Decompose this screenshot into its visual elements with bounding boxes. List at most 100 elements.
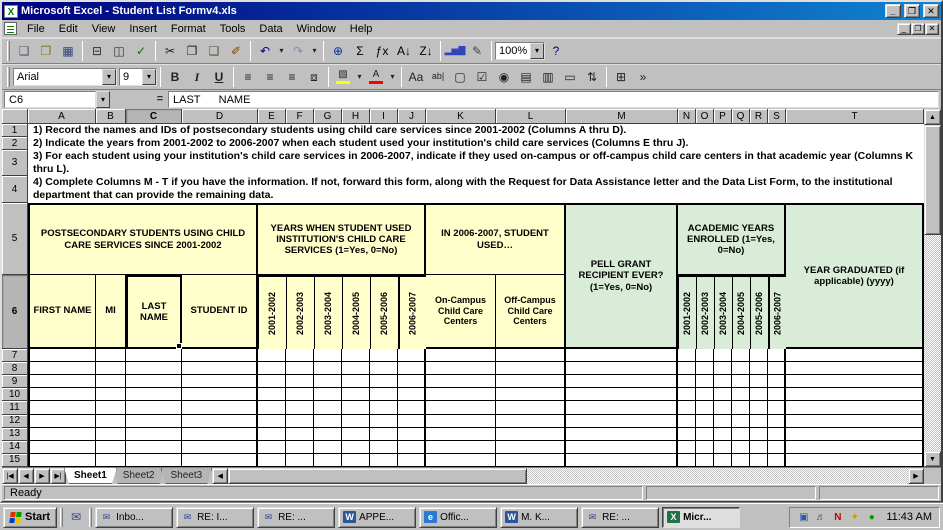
header-enrolled-2004-2005[interactable]: 2004-2005: [732, 275, 750, 349]
cell-F12[interactable]: [286, 415, 314, 428]
fill-color-dropdown-icon[interactable]: ▾: [354, 67, 365, 87]
menu-edit[interactable]: Edit: [52, 22, 85, 36]
cell-N15[interactable]: [678, 454, 696, 467]
column-header-h[interactable]: H: [342, 109, 370, 124]
label-control-icon[interactable]: Aa: [405, 67, 427, 87]
cell-N11[interactable]: [678, 401, 696, 414]
cell-G11[interactable]: [314, 401, 342, 414]
liveupdate-icon[interactable]: ●: [865, 512, 878, 523]
header-year-graduated[interactable]: YEAR GRADUATED (if applicable) (yyyy): [786, 203, 924, 349]
cell-M8[interactable]: [566, 362, 678, 375]
menu-tools[interactable]: Tools: [213, 22, 253, 36]
cell-T7[interactable]: [786, 349, 924, 362]
column-header-s[interactable]: S: [768, 109, 786, 124]
scroll-right-icon[interactable]: ▶: [908, 468, 924, 484]
cell-Q14[interactable]: [732, 441, 750, 454]
column-header-j[interactable]: J: [398, 109, 426, 124]
column-header-o[interactable]: O: [696, 109, 714, 124]
column-header-g[interactable]: G: [314, 109, 342, 124]
menu-insert[interactable]: Insert: [122, 22, 164, 36]
formula-input[interactable]: LAST NAME: [168, 91, 939, 108]
cell-I8[interactable]: [370, 362, 398, 375]
quick-launch-outlook-icon[interactable]: ✉: [66, 507, 86, 527]
checkbox-control-icon[interactable]: ☑: [471, 67, 493, 87]
format-painter-icon[interactable]: ✐: [225, 41, 247, 61]
font-name-combo[interactable]: Arial ▾: [13, 68, 117, 86]
scroll-down-icon[interactable]: ▼: [924, 451, 941, 467]
cell-E9[interactable]: [258, 375, 286, 388]
horizontal-scroll-track[interactable]: [527, 468, 908, 484]
header-enrolled-2001-2002[interactable]: 2001-2002: [678, 275, 696, 349]
column-header-e[interactable]: E: [258, 109, 286, 124]
column-header-l[interactable]: L: [496, 109, 566, 124]
task-button-micr[interactable]: XMicr...: [662, 507, 740, 528]
cell-P9[interactable]: [714, 375, 732, 388]
task-button-re[interactable]: ✉RE: ...: [257, 507, 335, 528]
cell-S15[interactable]: [768, 454, 786, 467]
row-header-14[interactable]: 14: [2, 441, 28, 454]
cell-N9[interactable]: [678, 375, 696, 388]
header-year-2002-2003[interactable]: 2002-2003: [286, 275, 314, 349]
cell-G15[interactable]: [314, 454, 342, 467]
task-button-re[interactable]: ✉RE: ...: [581, 507, 659, 528]
menu-format[interactable]: Format: [164, 22, 213, 36]
insert-hyperlink-icon[interactable]: ⊕: [327, 41, 349, 61]
cell-K13[interactable]: [426, 428, 496, 441]
row-header-7[interactable]: 7: [2, 349, 28, 362]
cell-C7[interactable]: [126, 349, 182, 362]
cell-J10[interactable]: [398, 388, 426, 401]
toolbar-grip[interactable]: [7, 41, 10, 61]
cell-I14[interactable]: [370, 441, 398, 454]
cell-N10[interactable]: [678, 388, 696, 401]
cell-E10[interactable]: [258, 388, 286, 401]
cell-M11[interactable]: [566, 401, 678, 414]
bold-icon[interactable]: B: [164, 67, 186, 87]
cell-T9[interactable]: [786, 375, 924, 388]
cell-N14[interactable]: [678, 441, 696, 454]
header-years-used[interactable]: YEARS WHEN STUDENT USED INSTITUTION'S CH…: [258, 203, 426, 275]
fill-color-icon[interactable]: ▧: [332, 67, 354, 87]
spelling-icon[interactable]: ✓: [130, 41, 152, 61]
cell-E8[interactable]: [258, 362, 286, 375]
cell-E11[interactable]: [258, 401, 286, 414]
cell-M15[interactable]: [566, 454, 678, 467]
cell-C10[interactable]: [126, 388, 182, 401]
cell-M9[interactable]: [566, 375, 678, 388]
cell-P13[interactable]: [714, 428, 732, 441]
autosum-icon[interactable]: Σ: [349, 41, 371, 61]
cell-R15[interactable]: [750, 454, 768, 467]
cell-H10[interactable]: [342, 388, 370, 401]
row-header-5[interactable]: 5: [2, 203, 28, 275]
header-student-id[interactable]: STUDENT ID: [182, 275, 258, 349]
cell-L11[interactable]: [496, 401, 566, 414]
row-header-1[interactable]: 1: [2, 124, 28, 137]
cell-N7[interactable]: [678, 349, 696, 362]
align-center-icon[interactable]: ≡: [259, 67, 281, 87]
cell-E7[interactable]: [258, 349, 286, 362]
cell-J7[interactable]: [398, 349, 426, 362]
sheet-tab-sheet2[interactable]: Sheet2: [113, 468, 165, 484]
menu-window[interactable]: Window: [290, 22, 343, 36]
cell-B11[interactable]: [96, 401, 126, 414]
cell-K12[interactable]: [426, 415, 496, 428]
sheet-tab-sheet1[interactable]: Sheet1: [64, 468, 117, 484]
cell-M12[interactable]: [566, 415, 678, 428]
cell-F7[interactable]: [286, 349, 314, 362]
textbox-control-icon[interactable]: ab|: [427, 67, 449, 87]
cell-S14[interactable]: [768, 441, 786, 454]
cell-R14[interactable]: [750, 441, 768, 454]
last-sheet-icon[interactable]: ▶|: [50, 468, 66, 484]
align-right-icon[interactable]: ≡: [281, 67, 303, 87]
close-icon[interactable]: ✕: [923, 4, 939, 18]
instruction-row-2[interactable]: 2) Indicate the years from 2001-2002 to …: [28, 137, 924, 150]
cell-D8[interactable]: [182, 362, 258, 375]
row-header-6[interactable]: 6: [2, 275, 28, 349]
cell-D7[interactable]: [182, 349, 258, 362]
cell-J12[interactable]: [398, 415, 426, 428]
column-header-a[interactable]: A: [28, 109, 96, 124]
cell-O8[interactable]: [696, 362, 714, 375]
cell-I7[interactable]: [370, 349, 398, 362]
header-off-campus[interactable]: Off-Campus Child Care Centers: [496, 275, 566, 349]
row-header-15[interactable]: 15: [2, 454, 28, 467]
instruction-row-3[interactable]: 3) For each student using your instituti…: [28, 150, 924, 176]
